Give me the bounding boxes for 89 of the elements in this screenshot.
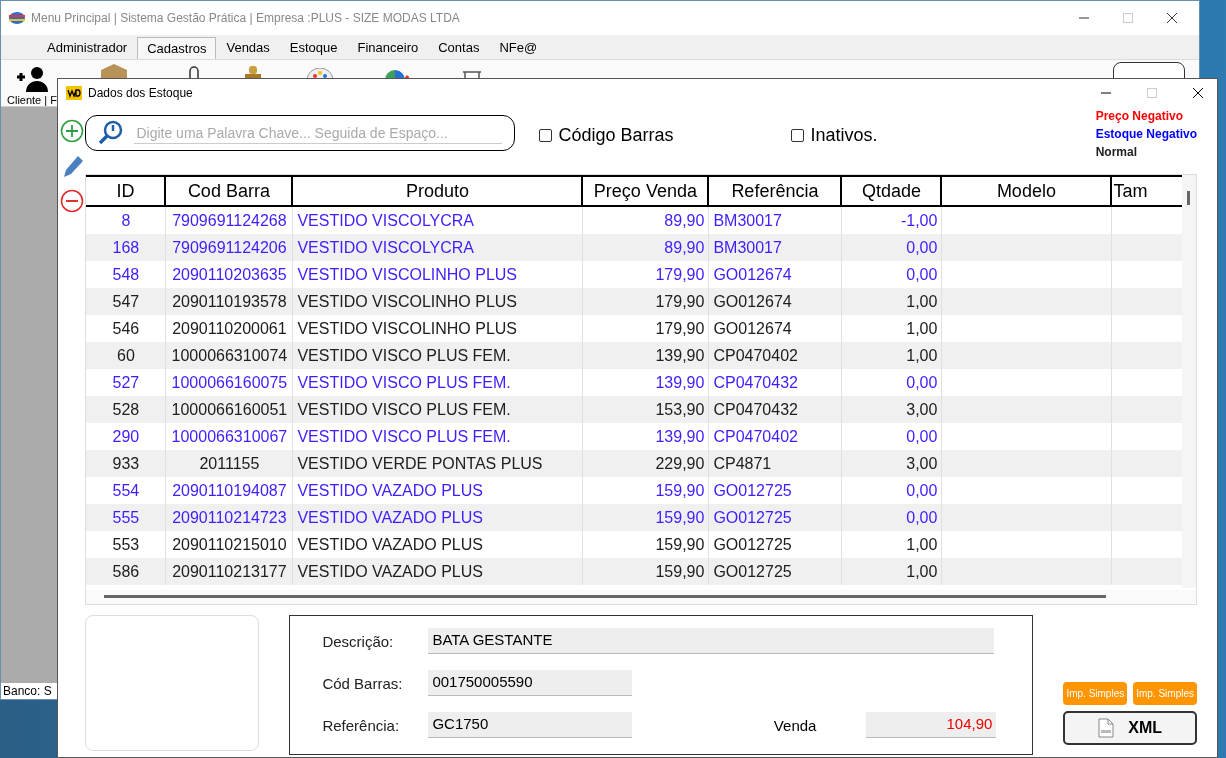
table-cell: 2090110193578 bbox=[166, 288, 294, 315]
table-cell: CP0470402 bbox=[709, 342, 843, 369]
table-cell: VESTIDO VISCOLINHO PLUS bbox=[293, 288, 584, 315]
maximize-icon bbox=[1122, 12, 1134, 24]
vertical-scrollbar[interactable] bbox=[1182, 175, 1196, 588]
table-cell: VESTIDO VAZADO PLUS bbox=[293, 504, 584, 531]
table-cell: 1,00 bbox=[842, 288, 943, 315]
table-cell: 3,00 bbox=[842, 450, 943, 477]
table-cell: 179,90 bbox=[583, 288, 710, 315]
close-icon bbox=[1166, 12, 1178, 24]
table-cell: 1,00 bbox=[842, 342, 943, 369]
table-cell: VESTIDO VAZADO PLUS bbox=[293, 558, 584, 585]
input-field[interactable]: 001750005590 bbox=[428, 670, 633, 696]
table-cell: 547 bbox=[86, 288, 167, 315]
table-cell: GO012674 bbox=[709, 288, 843, 315]
column-header[interactable]: Tam bbox=[1112, 177, 1148, 205]
table-cell: 89,90 bbox=[583, 234, 710, 261]
menu-tab[interactable]: Cadastros bbox=[137, 37, 217, 59]
table-cell: 229,90 bbox=[583, 450, 710, 477]
table-cell: 159,90 bbox=[583, 558, 710, 585]
table-cell: GO012725 bbox=[709, 504, 843, 531]
column-header[interactable]: ID bbox=[86, 177, 167, 205]
horizontal-scrollbar[interactable] bbox=[86, 590, 1196, 604]
checkbox[interactable]: Inativos. bbox=[791, 125, 878, 146]
table-cell: 7909691124206 bbox=[166, 234, 294, 261]
ruler-icon[interactable] bbox=[461, 68, 483, 80]
table-cell: 60 bbox=[86, 342, 167, 369]
search-field[interactable]: Digite uma Palavra Chave... Seguida de Espaço... bbox=[85, 115, 516, 151]
column-header[interactable]: Cod Barra bbox=[166, 177, 294, 205]
column-header[interactable]: Referência bbox=[709, 177, 843, 205]
table-cell: 933 bbox=[86, 450, 167, 477]
remove-icon[interactable] bbox=[59, 189, 84, 213]
window-title: Menu Principal | Sistema Gestão Prática | Empresa :PLUS - SIZE MODAS LTDA bbox=[31, 11, 460, 25]
menu-tab[interactable]: Administrador bbox=[37, 36, 138, 59]
xml-button[interactable]: XML bbox=[1063, 711, 1197, 745]
table-cell: 1000066160051 bbox=[166, 396, 294, 423]
file-icon bbox=[1098, 718, 1115, 738]
legend-label: Preço Negativo bbox=[1095, 109, 1184, 123]
table-cell: 586 bbox=[86, 558, 167, 585]
table-cell: 159,90 bbox=[583, 504, 710, 531]
input-field[interactable]: 104,90 bbox=[866, 712, 997, 738]
add-icon[interactable] bbox=[59, 119, 84, 143]
table-cell: 3,00 bbox=[842, 396, 943, 423]
menu-tab[interactable]: Estoque bbox=[279, 36, 348, 59]
table-cell: CP0470432 bbox=[709, 396, 843, 423]
menu-tab[interactable]: Contas bbox=[428, 36, 490, 59]
table-cell: VESTIDO VERDE PONTAS PLUS bbox=[293, 450, 584, 477]
column-header[interactable]: Preço Venda bbox=[583, 177, 710, 205]
table-cell: VESTIDO VISCOLYCRA bbox=[293, 234, 584, 261]
table-cell: 2011155 bbox=[166, 450, 294, 477]
table-cell: 528 bbox=[86, 396, 167, 423]
table-cell: 0,00 bbox=[842, 234, 943, 261]
table-cell: 139,90 bbox=[583, 342, 710, 369]
table-cell: CP4871 bbox=[709, 450, 843, 477]
table-cell: 1000066310074 bbox=[166, 342, 294, 369]
legend-label: Estoque Negativo bbox=[1095, 127, 1197, 141]
app-logo-icon bbox=[66, 86, 82, 100]
search-icon bbox=[98, 120, 125, 146]
menu-tab[interactable]: NFe@ bbox=[489, 36, 548, 59]
maximize-icon bbox=[1146, 87, 1158, 99]
table-cell: VESTIDO VISCO PLUS FEM. bbox=[293, 342, 584, 369]
add-user-icon[interactable] bbox=[14, 66, 49, 92]
table-cell: 555 bbox=[86, 504, 167, 531]
checkbox[interactable]: Código Barras bbox=[539, 125, 674, 146]
window-title: Dados dos Estoque bbox=[88, 86, 193, 100]
legend-label: Normal bbox=[1095, 145, 1138, 159]
field-label: Venda bbox=[773, 716, 817, 734]
menu-tab[interactable]: Vendas bbox=[216, 36, 280, 59]
input-field[interactable]: BATA GESTANTE bbox=[428, 628, 995, 654]
input-field[interactable]: GC1750 bbox=[428, 712, 633, 738]
table-cell: 2090110213177 bbox=[166, 558, 294, 585]
app-logo-icon bbox=[9, 12, 25, 24]
table-cell: 1,00 bbox=[842, 558, 943, 585]
field-label: Cód Barras: bbox=[322, 674, 404, 692]
table-cell: 153,90 bbox=[583, 396, 710, 423]
table-cell: GO012725 bbox=[709, 558, 843, 585]
table-cell: VESTIDO VISCO PLUS FEM. bbox=[293, 396, 584, 423]
field-label: Referência: bbox=[322, 716, 401, 734]
field-label: Descrição: bbox=[322, 632, 395, 650]
toolbar-label: Cliente | F bbox=[7, 94, 57, 106]
table-cell: BM30017 bbox=[709, 234, 843, 261]
table-cell: 2090110214723 bbox=[166, 504, 294, 531]
column-header[interactable]: Produto bbox=[293, 177, 584, 205]
close-icon bbox=[1192, 87, 1204, 99]
column-header[interactable]: Modelo bbox=[942, 177, 1113, 205]
table-cell: 0,00 bbox=[842, 504, 943, 531]
table-cell: 168 bbox=[86, 234, 167, 261]
menu-tab[interactable]: Financeiro bbox=[347, 36, 429, 59]
column-header[interactable]: Qtdade bbox=[842, 177, 943, 205]
